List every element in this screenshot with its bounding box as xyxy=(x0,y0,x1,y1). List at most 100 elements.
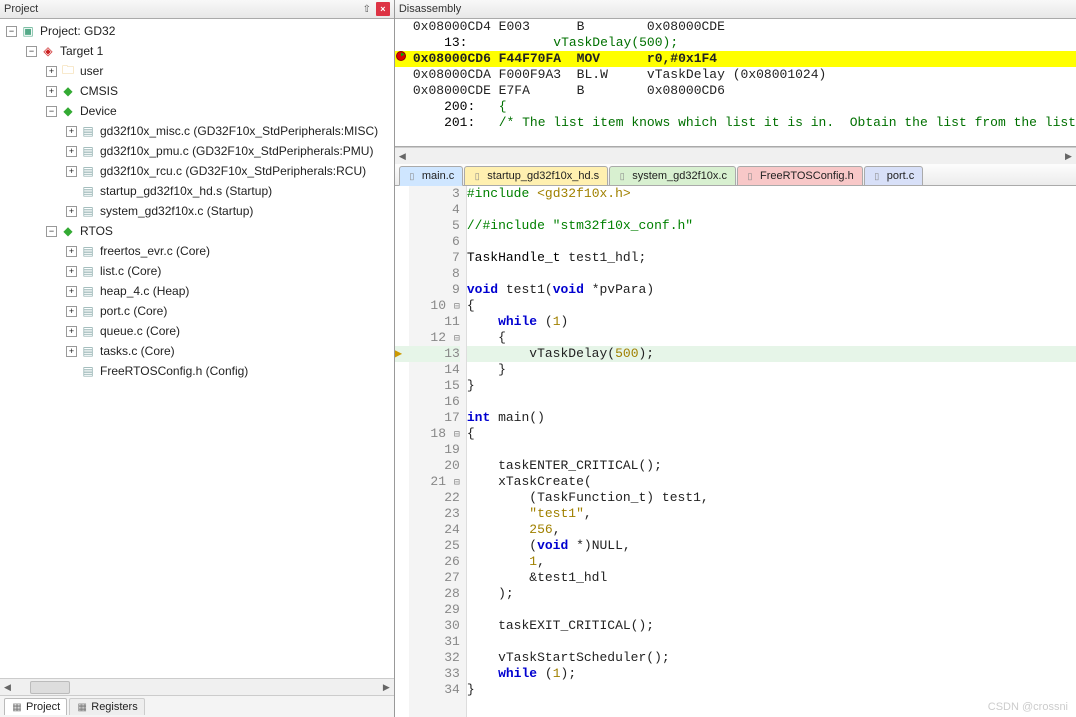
code-line[interactable]: taskENTER_CRITICAL(); xyxy=(467,458,1076,474)
fold-icon[interactable]: ⊟ xyxy=(454,302,460,313)
code-line[interactable]: } xyxy=(467,362,1076,378)
disasm-line[interactable]: 0x08000CDA F000F9A3 BL.W vTaskDelay (0x0… xyxy=(395,67,1076,83)
marker-cell[interactable] xyxy=(395,218,409,234)
code-line[interactable] xyxy=(467,202,1076,218)
code-editor[interactable]: ▶ 345678910 ⊟1112 ⊟131415161718 ⊟192021 … xyxy=(395,186,1076,717)
file-tab[interactable]: ▯startup_gd32f10x_hd.s xyxy=(464,166,608,186)
marker-cell[interactable] xyxy=(395,650,409,666)
code-line[interactable]: while (1); xyxy=(467,666,1076,682)
code-line[interactable]: (void *)NULL, xyxy=(467,538,1076,554)
expander-icon[interactable]: + xyxy=(66,306,77,317)
tree-row[interactable]: +▤heap_4.c (Heap) xyxy=(0,281,394,301)
tree-row[interactable]: −◈Target 1 xyxy=(0,41,394,61)
code-line[interactable]: ); xyxy=(467,586,1076,602)
code-line[interactable]: "test1", xyxy=(467,506,1076,522)
code-line[interactable]: vTaskStartScheduler(); xyxy=(467,650,1076,666)
expander-icon[interactable]: − xyxy=(26,46,37,57)
close-panel-button[interactable]: × xyxy=(376,2,390,16)
code-line[interactable]: taskEXIT_CRITICAL(); xyxy=(467,618,1076,634)
marker-cell[interactable] xyxy=(395,442,409,458)
marker-cell[interactable] xyxy=(395,458,409,474)
marker-cell[interactable] xyxy=(395,410,409,426)
tree-row[interactable]: +▤gd32f10x_misc.c (GD32F10x_StdPeriphera… xyxy=(0,121,394,141)
disasm-line[interactable]: 0x08000CD4 E003 B 0x08000CDE xyxy=(395,19,1076,35)
expander-icon[interactable]: + xyxy=(66,206,77,217)
marker-cell[interactable] xyxy=(395,490,409,506)
code-line[interactable]: { xyxy=(467,330,1076,346)
expander-icon[interactable]: + xyxy=(46,66,57,77)
bottom-tab-registers[interactable]: ▦Registers xyxy=(69,698,144,715)
fold-icon[interactable]: ⊟ xyxy=(454,478,460,489)
code-line[interactable]: #include <gd32f10x.h> xyxy=(467,186,1076,202)
marker-cell[interactable] xyxy=(395,298,409,314)
code-line[interactable] xyxy=(467,266,1076,282)
code-line[interactable]: void test1(void *pvPara) xyxy=(467,282,1076,298)
file-tab[interactable]: ▯port.c xyxy=(864,166,924,186)
marker-cell[interactable] xyxy=(395,202,409,218)
tree-row[interactable]: +▤freertos_evr.c (Core) xyxy=(0,241,394,261)
tree-row[interactable]: ▤FreeRTOSConfig.h (Config) xyxy=(0,361,394,381)
code-line[interactable] xyxy=(467,602,1076,618)
marker-cell[interactable] xyxy=(395,586,409,602)
expander-icon[interactable]: + xyxy=(66,166,77,177)
project-tree[interactable]: −▣Project: GD32−◈Target 1+🗀user+◆CMSIS −◆… xyxy=(0,19,394,678)
expander-icon[interactable]: + xyxy=(66,246,77,257)
tree-row[interactable]: +▤system_gd32f10x.c (Startup) xyxy=(0,201,394,221)
marker-cell[interactable] xyxy=(395,378,409,394)
tree-row[interactable]: −▣Project: GD32 xyxy=(0,21,394,41)
marker-cell[interactable] xyxy=(395,570,409,586)
tree-row[interactable]: +▤gd32f10x_rcu.c (GD32F10x_StdPeripheral… xyxy=(0,161,394,181)
file-tab[interactable]: ▯main.c xyxy=(399,166,463,186)
tree-row[interactable]: +▤port.c (Core) xyxy=(0,301,394,321)
marker-cell[interactable] xyxy=(395,538,409,554)
code-line[interactable]: vTaskDelay(500); xyxy=(467,346,1076,362)
tree-row[interactable]: −◆RTOS xyxy=(0,221,394,241)
code-line[interactable]: &test1_hdl xyxy=(467,570,1076,586)
code-line[interactable]: //#include "stm32f10x_conf.h" xyxy=(467,218,1076,234)
code-line[interactable] xyxy=(467,634,1076,650)
disasm-line[interactable]: ▸0x08000CD6 F44F70FA MOV r0,#0x1F4 xyxy=(395,51,1076,67)
code-line[interactable]: (TaskFunction_t) test1, xyxy=(467,490,1076,506)
tree-row[interactable]: +▤tasks.c (Core) xyxy=(0,341,394,361)
code-line[interactable]: { xyxy=(467,298,1076,314)
marker-cell[interactable] xyxy=(395,282,409,298)
marker-cell[interactable] xyxy=(395,474,409,490)
expander-icon[interactable]: + xyxy=(46,86,57,97)
tree-row[interactable]: +🗀user xyxy=(0,61,394,81)
expander-icon[interactable]: − xyxy=(6,26,17,37)
marker-cell[interactable] xyxy=(395,426,409,442)
expander-icon[interactable]: − xyxy=(46,106,57,117)
marker-cell[interactable] xyxy=(395,394,409,410)
code-line[interactable]: xTaskCreate( xyxy=(467,474,1076,490)
expander-icon[interactable]: + xyxy=(66,146,77,157)
code-line[interactable] xyxy=(467,394,1076,410)
expander-icon[interactable]: + xyxy=(66,126,77,137)
pin-button[interactable]: ⇧ xyxy=(360,2,374,16)
code-line[interactable]: while (1) xyxy=(467,314,1076,330)
marker-cell[interactable] xyxy=(395,682,409,698)
tree-hscroll[interactable]: ◀▶ xyxy=(0,678,394,695)
marker-cell[interactable] xyxy=(395,234,409,250)
code-line[interactable]: int main() xyxy=(467,410,1076,426)
expander-icon[interactable]: + xyxy=(66,326,77,337)
marker-cell[interactable] xyxy=(395,634,409,650)
code-line[interactable] xyxy=(467,234,1076,250)
code-line[interactable]: } xyxy=(467,682,1076,698)
marker-cell[interactable] xyxy=(395,602,409,618)
marker-cell[interactable] xyxy=(395,506,409,522)
code-line[interactable]: 256, xyxy=(467,522,1076,538)
expander-icon[interactable]: − xyxy=(46,226,57,237)
tree-row[interactable]: ▤startup_gd32f10x_hd.s (Startup) xyxy=(0,181,394,201)
marker-cell[interactable] xyxy=(395,362,409,378)
marker-cell[interactable] xyxy=(395,522,409,538)
code-line[interactable]: 1, xyxy=(467,554,1076,570)
expander-icon[interactable]: + xyxy=(66,286,77,297)
tree-row[interactable]: +▤list.c (Core) xyxy=(0,261,394,281)
tree-row[interactable]: +◆CMSIS xyxy=(0,81,394,101)
marker-cell[interactable] xyxy=(395,554,409,570)
tree-row[interactable]: +▤queue.c (Core) xyxy=(0,321,394,341)
disasm-line[interactable]: 0x08000CDE E7FA B 0x08000CD6 xyxy=(395,83,1076,99)
expander-icon[interactable]: + xyxy=(66,346,77,357)
marker-cell[interactable] xyxy=(395,618,409,634)
fold-icon[interactable]: ⊟ xyxy=(454,334,460,345)
